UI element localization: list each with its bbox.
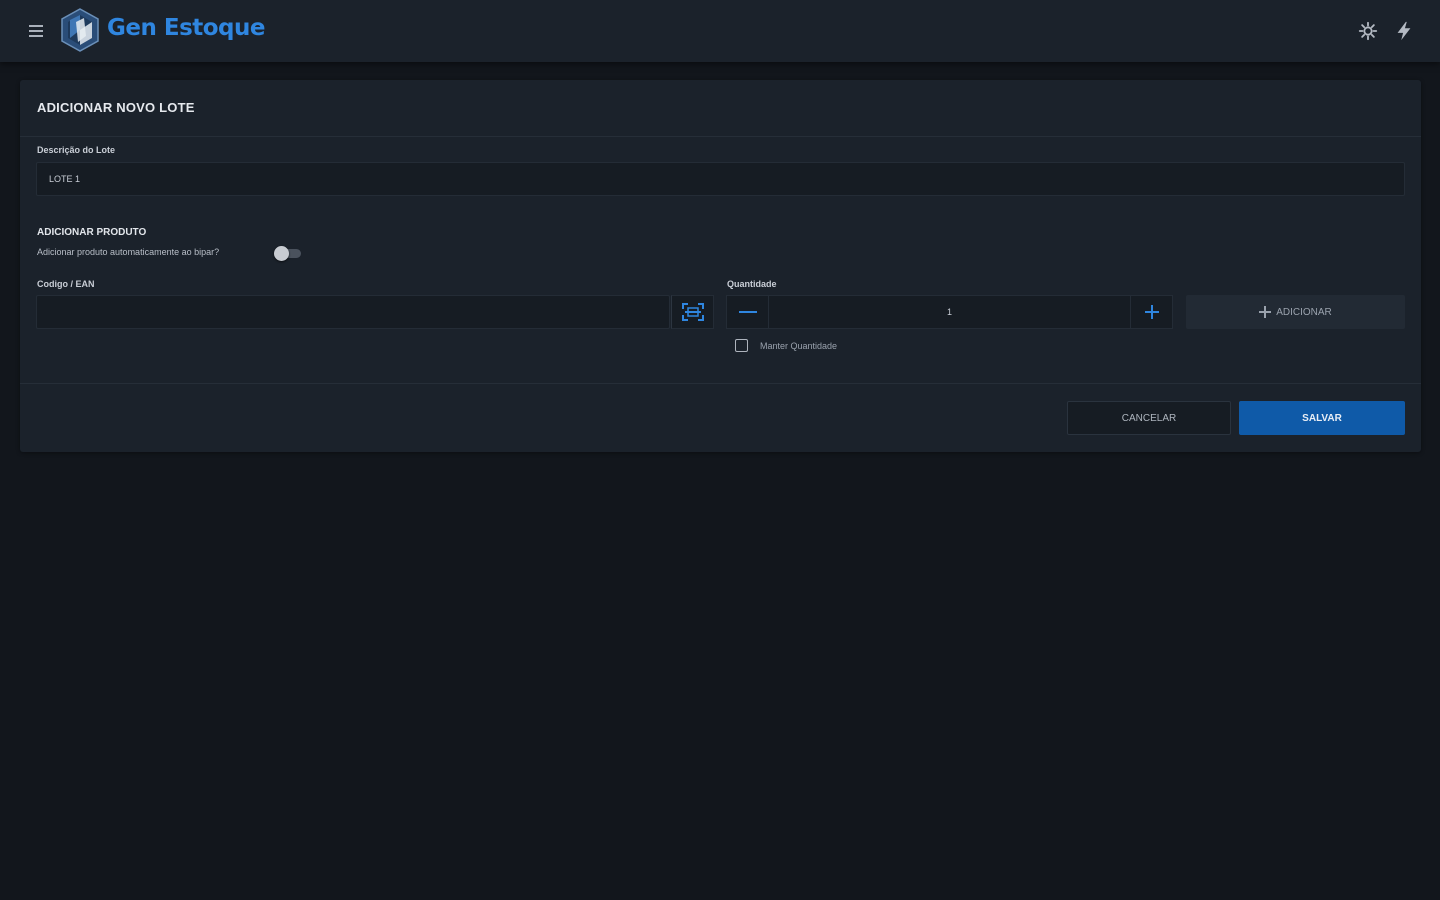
minus-icon: [738, 311, 757, 313]
auto-add-toggle[interactable]: [274, 246, 302, 261]
add-product-button[interactable]: ADICIONAR: [1186, 295, 1405, 329]
description-label: Descrição do Lote: [37, 145, 116, 155]
brand-name: Gen Estoque: [107, 15, 266, 41]
scan-icon: [681, 303, 704, 321]
description-field[interactable]: [36, 162, 1405, 196]
quantity-decrement-button[interactable]: [726, 295, 769, 329]
code-label: Codigo / EAN: [37, 279, 95, 289]
add-product-title: ADICIONAR PRODUTO: [37, 227, 147, 238]
bolt-icon[interactable]: [1393, 20, 1415, 42]
top-app-bar: Gen Estoque: [0, 0, 1440, 62]
add-batch-card: ADICIONAR NOVO LOTE Descrição do Lote AD…: [20, 80, 1421, 452]
toggle-knob: [274, 246, 289, 261]
plus-icon: [1259, 306, 1272, 318]
logo-icon: [61, 8, 99, 52]
gear-icon[interactable]: [1357, 20, 1379, 42]
divider: [20, 383, 1421, 384]
auto-add-label: Adicionar produto automaticamente ao bip…: [37, 247, 220, 257]
quantity-input[interactable]: 1: [769, 295, 1130, 329]
save-button[interactable]: SALVAR: [1239, 401, 1405, 435]
add-button-label: ADICIONAR: [1276, 306, 1332, 318]
code-ean-input[interactable]: [36, 295, 670, 329]
quantity-increment-button[interactable]: [1130, 295, 1173, 329]
keep-quantity-checkbox[interactable]: [735, 339, 748, 352]
menu-icon[interactable]: [26, 22, 46, 40]
plus-icon: [1144, 305, 1159, 319]
divider: [20, 136, 1421, 137]
card-title: ADICIONAR NOVO LOTE: [37, 100, 195, 115]
barcode-scan-button[interactable]: [671, 295, 714, 329]
quantity-label: Quantidade: [727, 279, 777, 289]
cancel-button[interactable]: CANCELAR: [1067, 401, 1231, 435]
keep-quantity-label: Manter Quantidade: [760, 341, 838, 351]
